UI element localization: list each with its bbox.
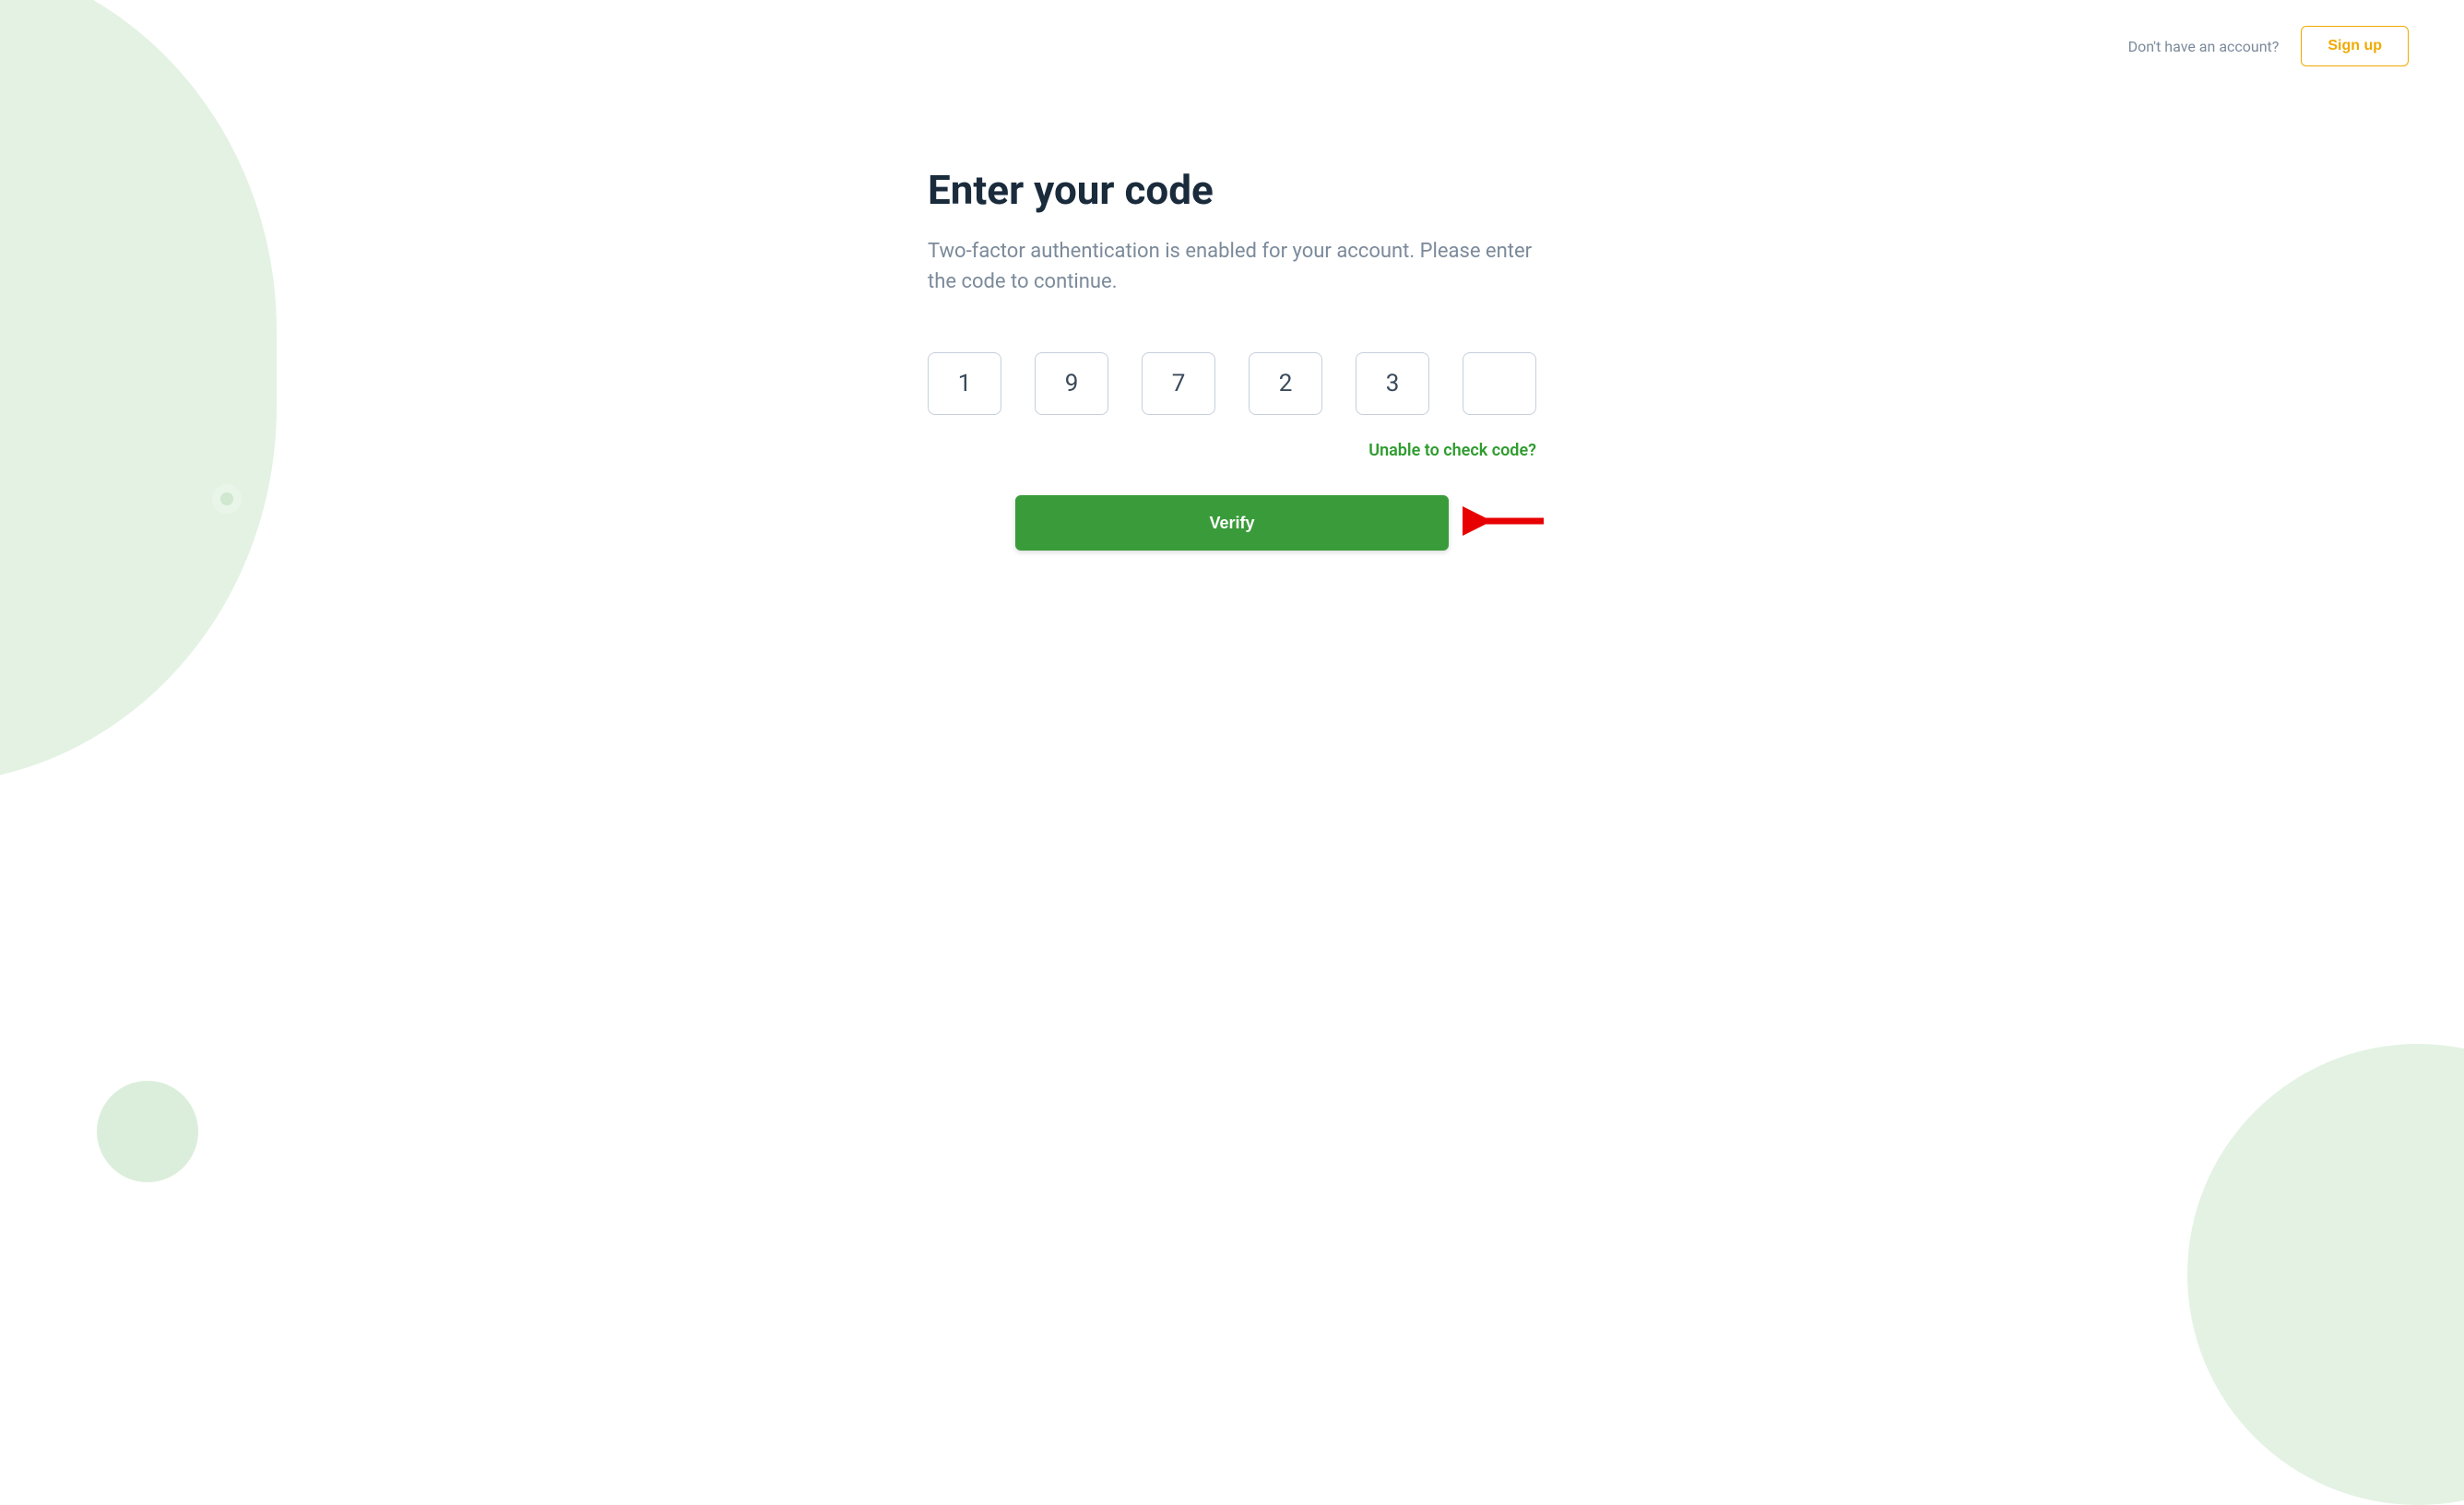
- verify-button-container: Verify: [928, 495, 1536, 551]
- verify-button[interactable]: Verify: [1015, 495, 1449, 551]
- code-digit-6[interactable]: [1463, 352, 1536, 415]
- header: Don't have an account? Sign up: [0, 0, 2464, 92]
- code-digit-3[interactable]: [1142, 352, 1215, 415]
- code-digit-1[interactable]: [928, 352, 1001, 415]
- code-digit-2[interactable]: [1035, 352, 1108, 415]
- signup-button[interactable]: Sign up: [2301, 26, 2409, 66]
- page-subtitle: Two-factor authentication is enabled for…: [928, 236, 1536, 297]
- code-digit-4[interactable]: [1249, 352, 1322, 415]
- background-circle-small: [97, 1081, 198, 1182]
- main-content: Enter your code Two-factor authenticatio…: [909, 166, 1555, 551]
- background-shape-left: [0, 0, 277, 784]
- arrow-annotation-icon: [1463, 503, 1551, 543]
- help-link-container: Unable to check code?: [928, 441, 1536, 460]
- page-title: Enter your code: [928, 166, 1536, 214]
- unable-to-check-link[interactable]: Unable to check code?: [1368, 441, 1536, 460]
- background-circle-tiny: [212, 484, 242, 514]
- code-digit-5[interactable]: [1356, 352, 1429, 415]
- signup-prompt-text: Don't have an account?: [2128, 38, 2280, 55]
- code-input-group: [928, 352, 1536, 415]
- background-shape-right: [2187, 1044, 2464, 1505]
